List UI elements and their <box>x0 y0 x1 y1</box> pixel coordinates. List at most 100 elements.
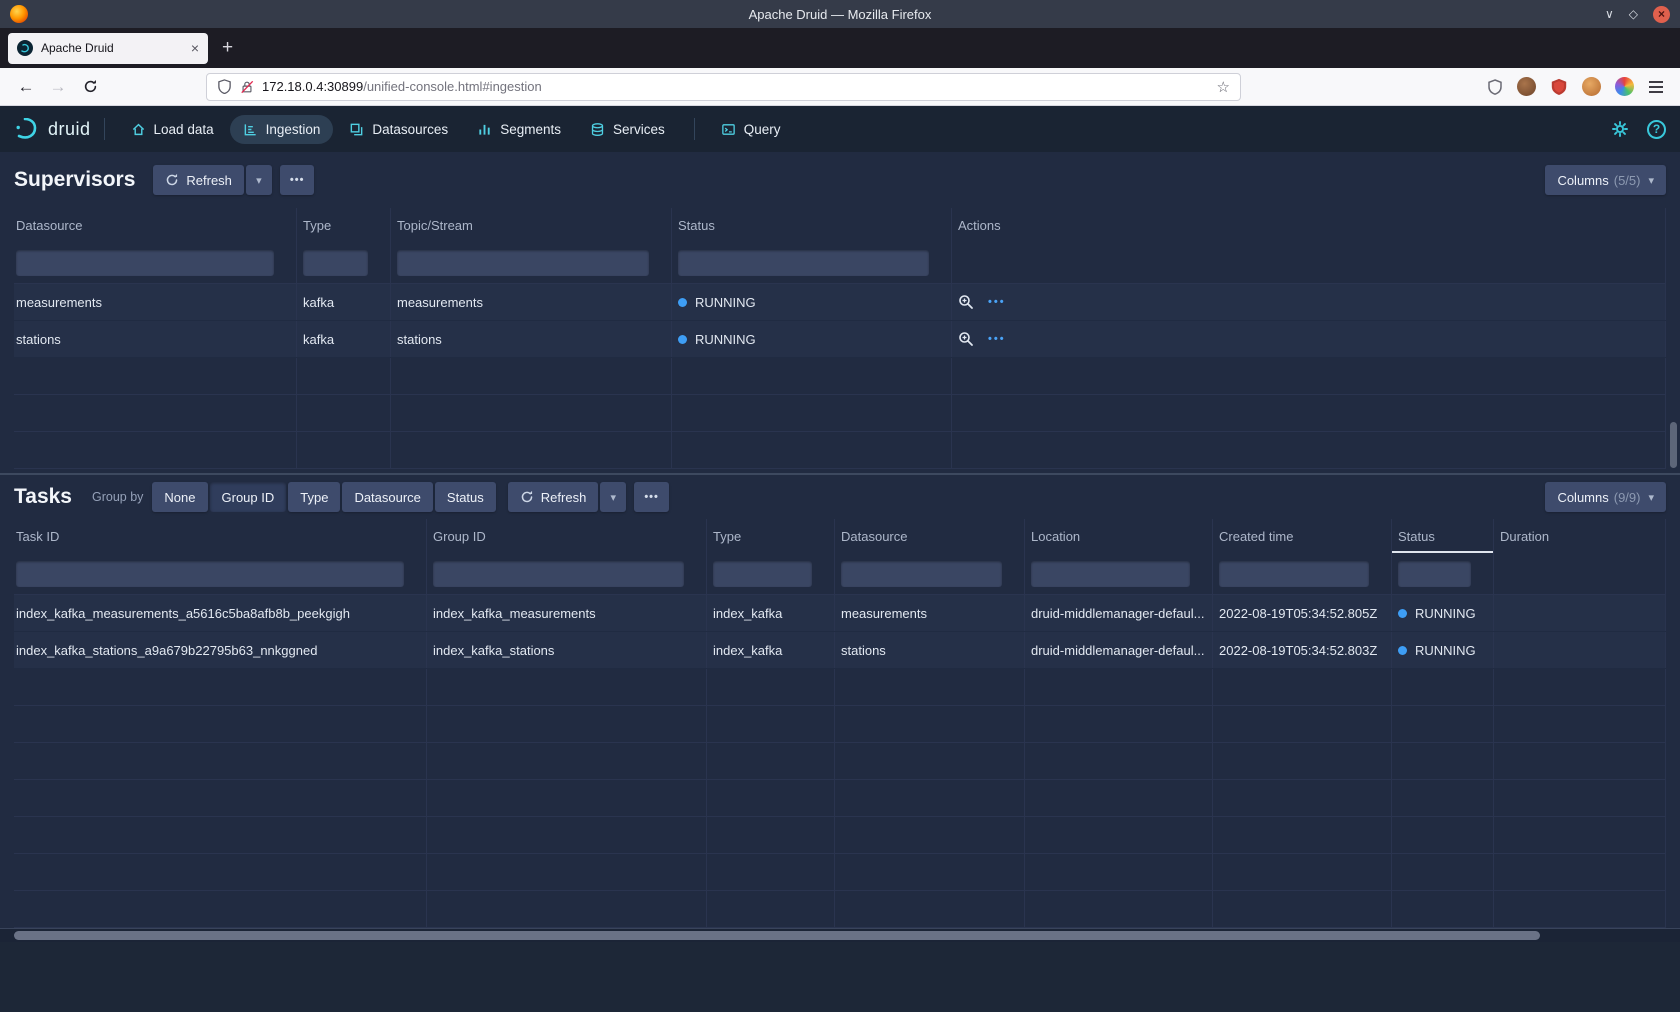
supervisors-table: Datasource Type Topic/Stream Status Acti… <box>14 208 1666 469</box>
help-icon[interactable]: ? <box>1647 120 1666 139</box>
refresh-icon <box>165 173 179 187</box>
settings-gear-icon[interactable] <box>1611 120 1629 138</box>
url-text: 172.18.0.4:30899/unified-console.html#in… <box>262 79 1209 94</box>
empty-cell <box>707 854 835 890</box>
horizontal-scrollbar[interactable] <box>0 928 1680 942</box>
empty-table-row <box>14 743 1666 780</box>
cell-topic: stations <box>391 321 672 357</box>
col-header-status-sorted[interactable]: Status <box>1392 519 1494 553</box>
empty-cell <box>1494 891 1666 927</box>
vertical-scrollbar-thumb[interactable] <box>1670 422 1677 468</box>
task-row-stations[interactable]: index_kafka_stations_a9a679b22795b63_nnk… <box>14 632 1666 669</box>
type-filter-input[interactable] <box>713 561 812 587</box>
nav-item-query[interactable]: Query <box>708 115 794 144</box>
home-icon <box>131 122 146 137</box>
cell-type: kafka <box>297 321 391 357</box>
nav-item-segments[interactable]: Segments <box>464 115 574 144</box>
back-button[interactable]: ← <box>10 72 42 102</box>
forward-button[interactable]: → <box>42 72 74 102</box>
col-header-datasource[interactable]: Datasource <box>835 519 1025 553</box>
extension-shield-icon[interactable] <box>1487 79 1503 95</box>
col-header-task-id[interactable]: Task ID <box>14 519 427 553</box>
col-header-group-id[interactable]: Group ID <box>427 519 707 553</box>
row-actions-more-icon[interactable]: ••• <box>988 296 1006 308</box>
reload-button[interactable] <box>74 72 106 102</box>
columns-label: Columns <box>1557 173 1608 188</box>
col-header-status[interactable]: Status <box>672 208 952 242</box>
nav-item-ingestion[interactable]: Ingestion <box>230 115 334 144</box>
tab-close-icon[interactable]: × <box>191 40 199 56</box>
extension-pinwheel-icon[interactable] <box>1615 77 1634 96</box>
col-header-duration[interactable]: Duration <box>1494 519 1666 553</box>
tasks-refresh-dropdown-button[interactable]: ▾ <box>600 482 626 512</box>
window-minimize-button[interactable]: ∨ <box>1605 8 1614 20</box>
cell-type: index_kafka <box>707 632 835 668</box>
row-actions-more-icon[interactable]: ••• <box>988 333 1006 345</box>
col-header-type[interactable]: Type <box>707 519 835 553</box>
new-tab-button[interactable]: + <box>222 37 233 59</box>
empty-table-row <box>14 706 1666 743</box>
datasource-filter-input[interactable] <box>16 250 274 276</box>
window-maximize-button[interactable]: ◇ <box>1629 8 1638 20</box>
magnifier-zoom-icon[interactable] <box>958 294 974 310</box>
status-filter-input[interactable] <box>678 250 929 276</box>
empty-cell <box>14 669 427 705</box>
empty-cell <box>835 854 1025 890</box>
hamburger-menu-icon[interactable] <box>1648 80 1664 94</box>
col-header-created-time[interactable]: Created time <box>1213 519 1392 553</box>
datasource-filter-input[interactable] <box>841 561 1002 587</box>
group-by-status-button[interactable]: Status <box>435 482 496 512</box>
group-by-group-id-button[interactable]: Group ID <box>210 482 287 512</box>
tasks-columns-button[interactable]: Columns (9/9) ▾ <box>1545 482 1666 512</box>
nav-item-services[interactable]: Services <box>577 115 678 144</box>
status-filter-input[interactable] <box>1398 561 1471 587</box>
col-header-actions[interactable]: Actions <box>952 208 1666 242</box>
bottom-filler <box>0 942 1680 1012</box>
tasks-refresh-button[interactable]: Refresh <box>508 482 599 512</box>
magnifier-zoom-icon[interactable] <box>958 331 974 347</box>
nav-item-datasources[interactable]: Datasources <box>336 115 461 144</box>
supervisors-columns-button[interactable]: Columns (5/5) ▾ <box>1545 165 1666 195</box>
more-icon: ••• <box>644 491 659 503</box>
supervisors-refresh-dropdown-button[interactable]: ▾ <box>246 165 272 195</box>
url-bar[interactable]: 172.18.0.4:30899/unified-console.html#in… <box>206 73 1241 101</box>
empty-cell <box>14 743 427 779</box>
group-by-type-button[interactable]: Type <box>288 482 340 512</box>
group-id-filter-input[interactable] <box>433 561 684 587</box>
supervisor-row-stations[interactable]: stations kafka stations RUNNING ••• <box>14 321 1666 358</box>
tasks-more-button[interactable]: ••• <box>634 482 669 512</box>
druid-logo[interactable]: druid <box>14 118 91 140</box>
supervisors-title: Supervisors <box>14 168 135 192</box>
extension-avatar-icon-2[interactable] <box>1582 77 1601 96</box>
ingestion-icon <box>243 122 258 137</box>
window-titlebar: Apache Druid — Mozilla Firefox ∨ ◇ × <box>0 0 1680 28</box>
extension-avatar-icon-1[interactable] <box>1517 77 1536 96</box>
created-time-filter-input[interactable] <box>1219 561 1369 587</box>
empty-cell <box>952 395 1666 431</box>
location-filter-input[interactable] <box>1031 561 1190 587</box>
col-header-type[interactable]: Type <box>297 208 391 242</box>
type-filter-input[interactable] <box>303 250 368 276</box>
nav-item-label: Ingestion <box>266 122 321 137</box>
supervisors-more-button[interactable]: ••• <box>280 165 315 195</box>
tab-apache-druid[interactable]: Apache Druid × <box>8 33 208 64</box>
supervisors-refresh-button[interactable]: Refresh <box>153 165 244 195</box>
group-by-datasource-button[interactable]: Datasource <box>342 482 432 512</box>
col-header-topic-stream[interactable]: Topic/Stream <box>391 208 672 242</box>
group-by-none-button[interactable]: None <box>152 482 207 512</box>
topic-stream-filter-input[interactable] <box>397 250 649 276</box>
bookmark-star-icon[interactable]: ☆ <box>1217 78 1230 96</box>
cell-type: kafka <box>297 284 391 320</box>
window-close-button[interactable]: × <box>1653 6 1670 23</box>
col-header-datasource[interactable]: Datasource <box>14 208 297 242</box>
task-id-filter-input[interactable] <box>16 561 404 587</box>
col-header-location[interactable]: Location <box>1025 519 1213 553</box>
ublock-origin-icon[interactable] <box>1550 78 1568 96</box>
shield-icon[interactable] <box>217 79 232 94</box>
horizontal-scrollbar-thumb[interactable] <box>14 931 1540 940</box>
supervisor-row-measurements[interactable]: measurements kafka measurements RUNNING … <box>14 284 1666 321</box>
insecure-lock-icon[interactable] <box>240 80 254 94</box>
task-row-measurements[interactable]: index_kafka_measurements_a5616c5ba8afb8b… <box>14 595 1666 632</box>
supervisors-header-row: Datasource Type Topic/Stream Status Acti… <box>14 208 1666 242</box>
nav-item-load-data[interactable]: Load data <box>118 115 227 144</box>
